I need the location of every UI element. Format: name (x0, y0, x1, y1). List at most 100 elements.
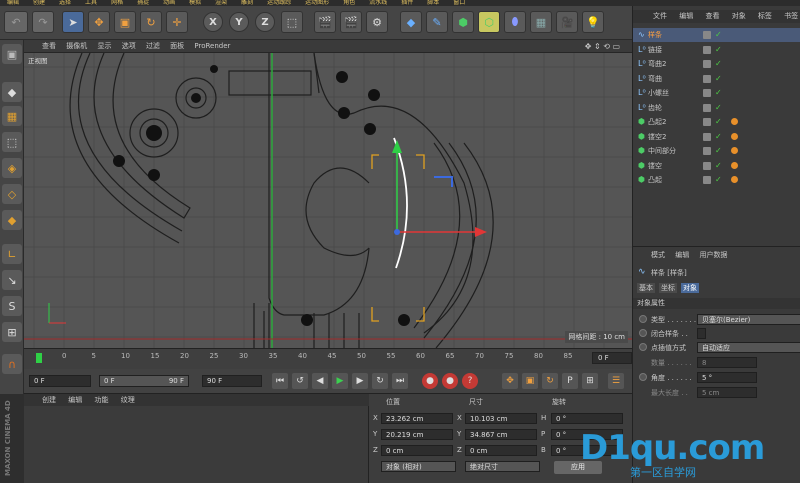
z-axis-button[interactable]: Z (255, 12, 275, 32)
material-menu-texture[interactable]: 纹理 (121, 396, 135, 404)
layer-swatch[interactable] (703, 31, 711, 39)
generator-button[interactable]: ⬡ (478, 11, 500, 33)
object-name[interactable]: 齿轮 (648, 101, 662, 115)
layer-swatch[interactable] (703, 161, 711, 170)
current-frame-field[interactable]: 0 F (592, 352, 632, 364)
layer-swatch[interactable] (703, 176, 711, 184)
render-view-button[interactable]: 🎬 (314, 11, 336, 33)
render-settings-button[interactable]: ⚙ (366, 11, 388, 33)
light-button[interactable]: 💡 (582, 11, 604, 33)
layer-swatch[interactable] (703, 103, 711, 112)
rotate-tool-button[interactable]: ↻ (140, 11, 162, 33)
anim-toggle-type[interactable] (639, 315, 647, 323)
tweak-mode-button[interactable]: ↘ (2, 270, 22, 290)
enabled-check-icon[interactable]: ✓ (715, 57, 722, 71)
enabled-check-icon[interactable]: ✓ (715, 28, 722, 42)
snap-button[interactable]: S (2, 296, 22, 316)
render-picture-button[interactable]: 🎬 (340, 11, 362, 33)
obj-menu-object[interactable]: 对象 (732, 12, 746, 20)
size-mode-dropdown[interactable]: 绝对尺寸 (465, 461, 540, 472)
object-row[interactable]: ∿ 样条 ✓ (633, 28, 800, 42)
magnet-icon[interactable]: ∩ (2, 354, 22, 374)
axis-mode-button[interactable]: ∟ (2, 244, 22, 264)
select-tool-button[interactable]: ➤ (62, 11, 84, 33)
pen-spline-button[interactable]: ✎ (426, 11, 448, 33)
size-x-field[interactable]: 10.103 cm (465, 413, 537, 424)
object-name[interactable]: 中间部分 (648, 144, 676, 158)
size-z-field[interactable]: 0 cm (465, 445, 537, 456)
object-name[interactable]: 弯曲2 (648, 57, 666, 71)
material-tag-icon[interactable] (731, 147, 738, 154)
undo-button[interactable]: ↶ (4, 11, 28, 33)
workplane-button[interactable]: ⬚ (2, 132, 22, 152)
rot-h-field[interactable]: 0 ° (551, 413, 623, 424)
goto-start-button[interactable]: ⏮ (272, 373, 288, 389)
prev-key-button[interactable]: ↺ (292, 373, 308, 389)
model-mode-button[interactable]: ◆ (2, 82, 22, 102)
enabled-check-icon[interactable]: ✓ (715, 72, 722, 86)
points-mode-button[interactable]: ◈ (2, 158, 22, 178)
menu-prorender[interactable]: ProRender (194, 42, 230, 50)
attr-menu-mode[interactable]: 模式 (651, 251, 665, 259)
preview-range-slider[interactable]: 0 F 90 F (99, 375, 189, 387)
prev-frame-button[interactable]: ◀ (312, 373, 328, 389)
menu-camera[interactable]: 摄像机 (66, 42, 87, 50)
material-tag-icon[interactable] (731, 132, 738, 140)
layer-swatch[interactable] (703, 118, 711, 126)
menu-view[interactable]: 查看 (42, 42, 56, 50)
material-tag-icon[interactable] (731, 176, 738, 183)
next-key-button[interactable]: ↻ (372, 373, 388, 389)
redo-button[interactable]: ↷ (32, 11, 54, 33)
key-pla-button[interactable]: ⊞ (582, 373, 598, 389)
angle-field[interactable]: 5 ° (697, 372, 757, 383)
texture-mode-button[interactable]: ▦ (2, 106, 22, 126)
menu-filter[interactable]: 过滤 (146, 42, 160, 50)
material-menu-edit[interactable]: 编辑 (68, 396, 82, 404)
key-rotation-button[interactable]: ↻ (542, 373, 558, 389)
cube-button[interactable]: ◆ (400, 11, 422, 33)
object-name[interactable]: 小螺丝 (648, 86, 669, 100)
max-length-field[interactable]: 5 cm (697, 387, 757, 398)
object-row[interactable]: ⬢ 凸起2 ✓ (633, 115, 800, 129)
attr-menu-userdata[interactable]: 用户数据 (699, 251, 727, 259)
coordinate-system-button[interactable]: ⬚ (281, 11, 303, 33)
move-tool-button[interactable]: ✥ (88, 11, 110, 33)
key-scale-button[interactable]: ▣ (522, 373, 538, 389)
obj-menu-view[interactable]: 查看 (705, 12, 719, 20)
coord-mode-dropdown[interactable]: 对象 (相对) (381, 461, 456, 472)
edges-mode-button[interactable]: ◇ (2, 184, 22, 204)
material-menu-function[interactable]: 功能 (94, 396, 108, 404)
object-name[interactable]: 凸起2 (648, 115, 666, 129)
deformer-button[interactable]: ⬮ (504, 11, 526, 33)
number-field[interactable]: 8 (697, 357, 757, 368)
scale-tool-button[interactable]: ▣ (114, 11, 136, 33)
goto-end-button[interactable]: ⏭ (392, 373, 408, 389)
camera-button[interactable]: 🎥 (556, 11, 578, 33)
enabled-check-icon[interactable]: ✓ (715, 86, 722, 100)
object-row[interactable]: L⁰ 弯曲2 ✓ (633, 57, 800, 71)
tab-coord[interactable]: 坐标 (659, 283, 677, 293)
enabled-check-icon[interactable]: ✓ (715, 130, 722, 144)
obj-menu-file[interactable]: 文件 (653, 12, 667, 20)
material-tag-icon[interactable] (731, 161, 738, 169)
anim-toggle-close[interactable] (639, 329, 647, 337)
enabled-check-icon[interactable]: ✓ (715, 101, 722, 115)
object-row[interactable]: L⁰ 小螺丝 ✓ (633, 86, 800, 100)
enabled-check-icon[interactable]: ✓ (715, 173, 722, 187)
end-frame-field[interactable]: 90 F (202, 375, 262, 387)
pos-x-field[interactable]: 23.262 cm (381, 413, 453, 424)
material-tag-icon[interactable] (731, 118, 738, 125)
timeline-menu-button[interactable]: ☰ (608, 373, 624, 389)
pos-y-field[interactable]: 20.219 cm (381, 429, 453, 440)
tab-basic[interactable]: 基本 (637, 283, 655, 293)
attr-menu-edit[interactable]: 编辑 (675, 251, 689, 259)
close-spline-checkbox[interactable] (697, 328, 706, 339)
object-row[interactable]: ⬢ 中间部分 ✓ (633, 144, 800, 158)
layer-swatch[interactable] (703, 74, 711, 83)
enabled-check-icon[interactable]: ✓ (715, 115, 722, 129)
layer-swatch[interactable] (703, 45, 711, 54)
autokey-button[interactable]: ● (442, 373, 458, 389)
y-axis-button[interactable]: Y (229, 12, 249, 32)
size-y-field[interactable]: 34.867 cm (465, 429, 537, 440)
obj-menu-bookmarks[interactable]: 书签 (784, 12, 798, 20)
